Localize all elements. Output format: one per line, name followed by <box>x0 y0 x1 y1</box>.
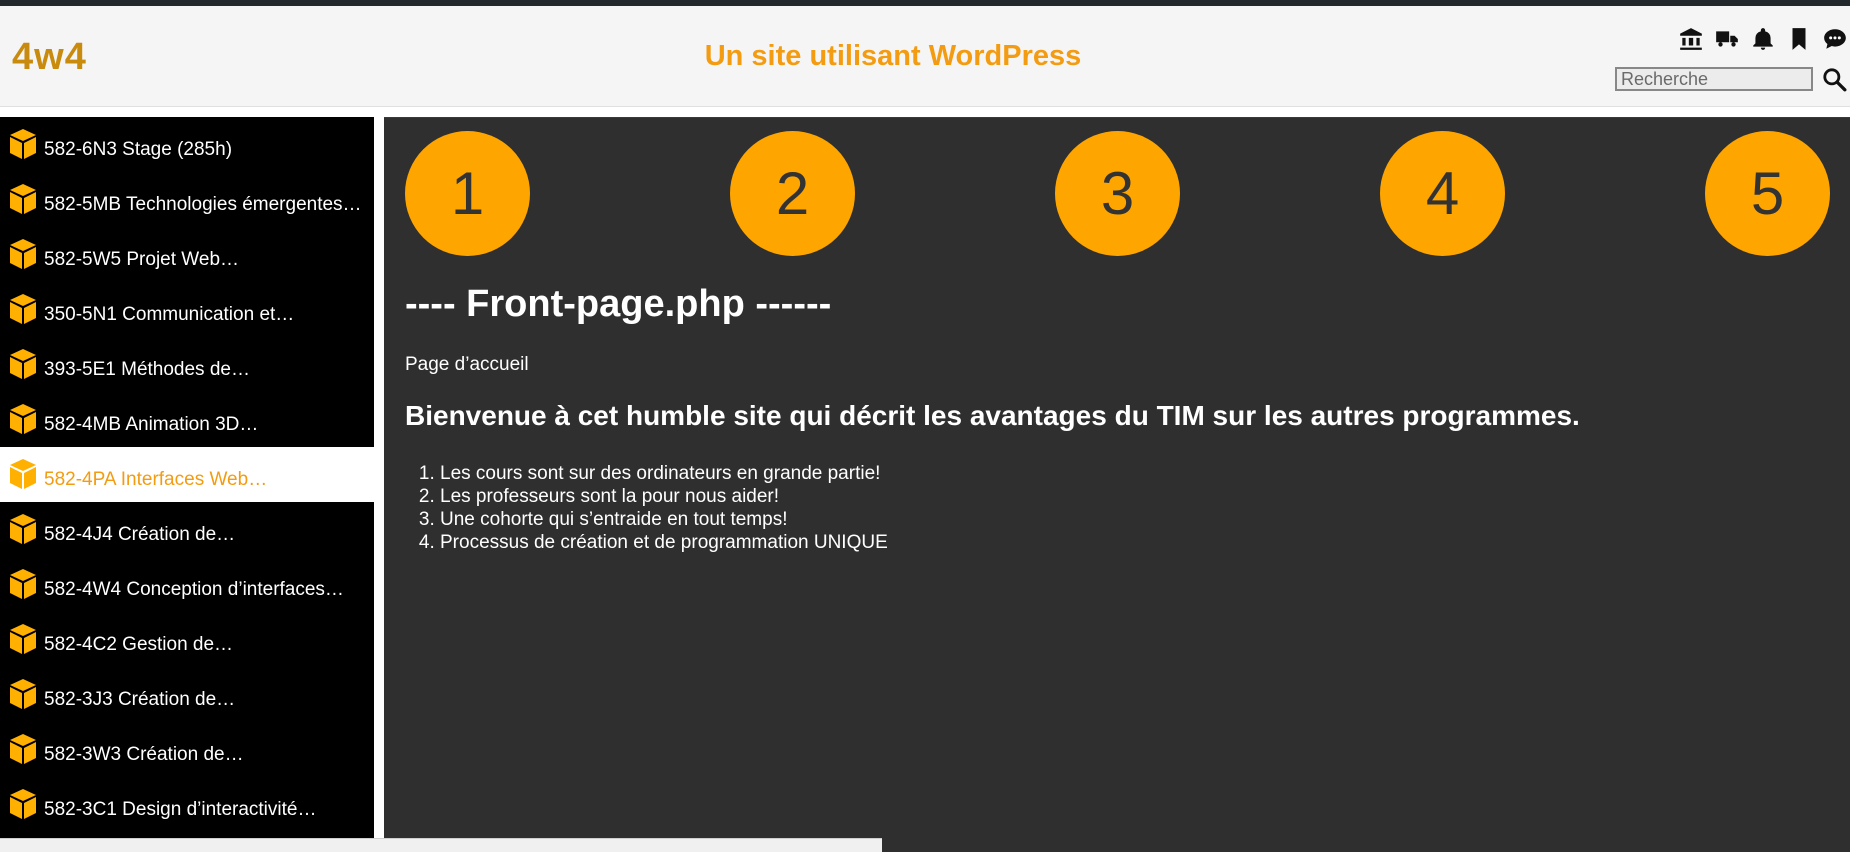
cube-icon <box>10 789 36 819</box>
number-circle[interactable]: 3 <box>1055 131 1180 256</box>
cube-icon <box>10 294 36 324</box>
search-input[interactable] <box>1615 67 1813 91</box>
sidebar-course-item[interactable]: 582-6N3 Stage (285h) <box>0 117 374 172</box>
cube-icon <box>10 569 36 599</box>
search-form <box>1615 65 1847 93</box>
sidebar-course-item[interactable]: 393-5E1 Méthodes de… <box>0 337 374 392</box>
bell-icon[interactable] <box>1750 26 1776 52</box>
welcome-heading: Bienvenue à cet humble site qui décrit l… <box>405 400 1580 431</box>
advantages-list: Les cours sont sur des ordinateurs en gr… <box>405 462 888 554</box>
cube-icon <box>10 184 36 214</box>
sidebar-course-item[interactable]: 582-4J4 Création de… <box>0 502 374 557</box>
main-content: 1 2 3 4 5 ---- Front-page.php ------ Page d’… <box>384 117 1850 852</box>
sidebar-course-item[interactable]: 582-5W5 Projet Web… <box>0 227 374 282</box>
bank-icon[interactable] <box>1678 26 1704 52</box>
sidebar-course-item[interactable]: 582-3J3 Création de… <box>0 667 374 722</box>
cube-icon <box>10 514 36 544</box>
cube-icon <box>10 239 36 269</box>
sidebar-item-label: 582-3J3 Création de… <box>44 689 236 710</box>
sidebar-course-item[interactable]: 582-4W4 Conception d’interfaces… <box>0 557 374 612</box>
cube-icon <box>10 129 36 159</box>
sidebar-course-item[interactable]: 582-4C2 Gestion de… <box>0 612 374 667</box>
cube-icon <box>10 624 36 654</box>
sidebar-item-label: 582-6N3 Stage (285h) <box>44 139 233 160</box>
cube-icon <box>10 734 36 764</box>
cube-icon <box>10 404 36 434</box>
sidebar-course-item[interactable]: 582-4PA Interfaces Web… <box>0 447 374 502</box>
sidebar-item-label: 582-5W5 Projet Web… <box>44 249 240 270</box>
number-circles: 1 2 3 4 5 <box>405 131 1835 256</box>
sidebar-item-label: 582-4PA Interfaces Web… <box>44 469 268 490</box>
browser-status-bar <box>0 838 882 852</box>
sidebar-course-item[interactable]: 350-5N1 Communication et… <box>0 282 374 337</box>
sidebar-item-label: 582-3W3 Création de… <box>44 744 244 765</box>
sidebar-item-label: 582-4C2 Gestion de… <box>44 634 234 655</box>
sidebar-item-label: 582-5MB Technologies émergentes… <box>44 194 362 215</box>
sidebar-item-label: 582-4MB Animation 3D… <box>44 414 259 435</box>
page-subtitle: Page d’accueil <box>405 354 529 375</box>
list-item: Processus de création et de programmatio… <box>440 531 888 554</box>
sidebar-course-item[interactable]: 582-3W3 Création de… <box>0 722 374 777</box>
bookmark-icon[interactable] <box>1786 26 1812 52</box>
number-circle[interactable]: 1 <box>405 131 530 256</box>
search-icon[interactable] <box>1821 66 1847 92</box>
list-item: Les professeurs sont la pour nous aider! <box>440 485 888 508</box>
site-title: Un site utilisant WordPress <box>704 40 1082 72</box>
cube-icon <box>10 349 36 379</box>
chat-icon[interactable] <box>1822 26 1848 52</box>
sidebar-course-item[interactable]: 582-3C1 Design d’interactivité… <box>0 777 374 832</box>
sidebar-item-label: 582-4W4 Conception d’interfaces… <box>44 579 344 600</box>
sidebar-item-label: 582-3C1 Design d’interactivité… <box>44 799 317 820</box>
course-sidebar: 582-6N3 Stage (285h) 582-5MB Technologies… <box>0 117 374 851</box>
header-icons <box>1678 26 1848 58</box>
sidebar-item-label: 393-5E1 Méthodes de… <box>44 359 250 380</box>
sidebar-item-label: 582-4J4 Création de… <box>44 524 236 545</box>
cube-icon <box>10 679 36 709</box>
number-circle[interactable]: 4 <box>1380 131 1505 256</box>
truck-icon[interactable] <box>1714 26 1740 52</box>
number-circle[interactable]: 5 <box>1705 131 1830 256</box>
number-circle[interactable]: 2 <box>730 131 855 256</box>
sidebar-item-label: 350-5N1 Communication et… <box>44 304 295 325</box>
sidebar-course-item[interactable]: 582-4MB Animation 3D… <box>0 392 374 447</box>
cube-icon <box>10 459 36 489</box>
site-header: 4w4 Un site utilisant WordPress <box>0 6 1850 107</box>
list-item: Les cours sont sur des ordinateurs en gr… <box>440 462 888 485</box>
sidebar-course-item[interactable]: 582-5MB Technologies émergentes… <box>0 172 374 227</box>
page-heading: ---- Front-page.php ------ <box>405 283 832 325</box>
list-item: Une cohorte qui s’entraide en tout temps… <box>440 508 888 531</box>
